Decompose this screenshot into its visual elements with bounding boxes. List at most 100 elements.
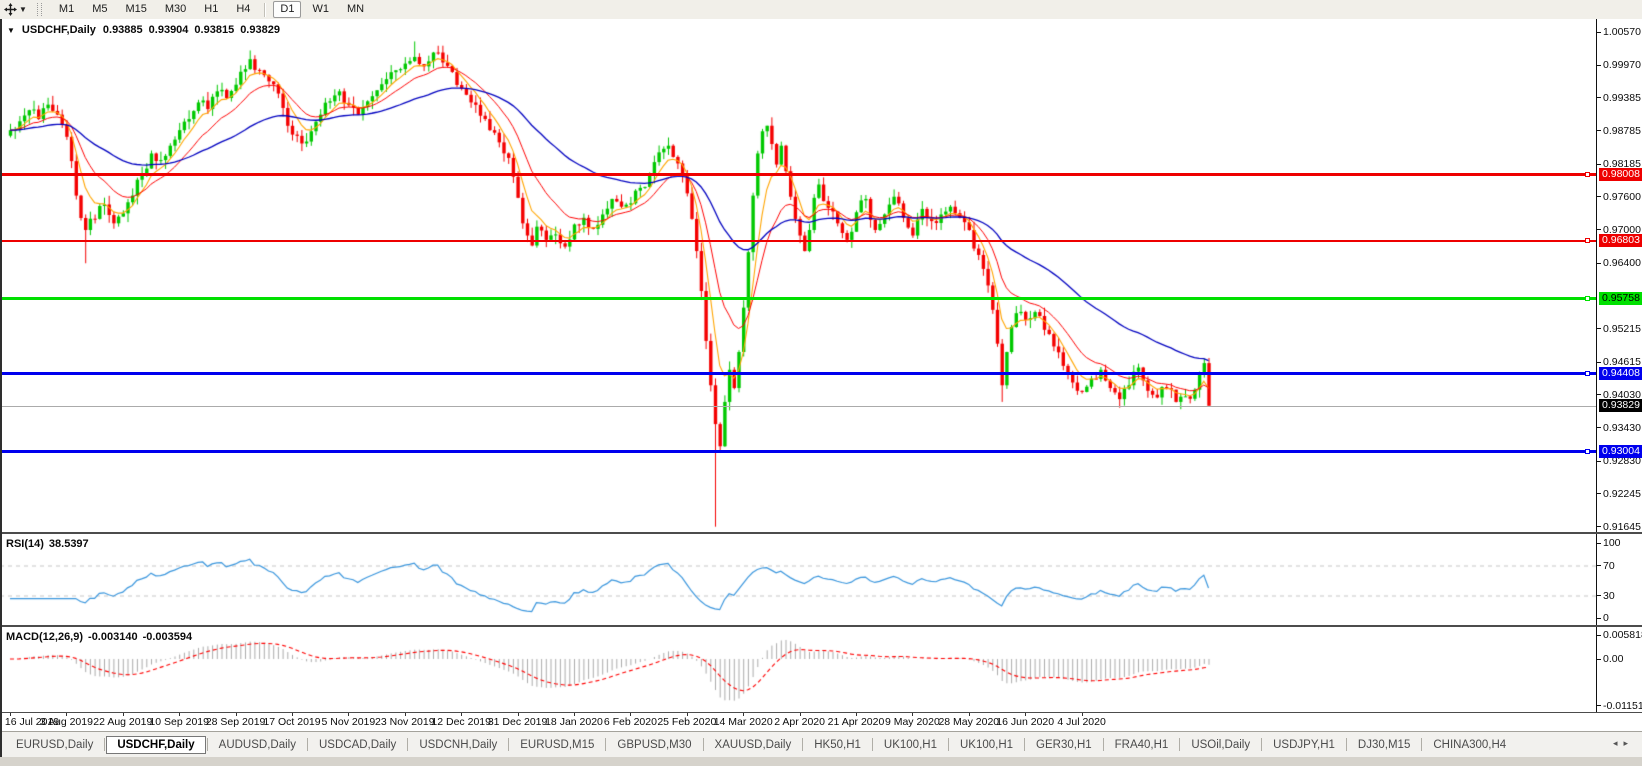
price-tick-label: 0.99385 [1603,92,1641,104]
axis-tick [1597,565,1601,566]
date-label: 25 Feb 2020 [657,716,716,728]
chart-title: ▼ USDCHF,Daily 0.93885 0.93904 0.93815 0… [7,24,280,36]
date-label: 18 Jan 2020 [545,716,603,728]
tab-dj30-m15[interactable]: DJ30,M15 [1348,736,1420,754]
tab-eurusd-daily[interactable]: EURUSD,Daily [6,736,103,754]
date-label: 12 Dec 2019 [431,716,491,728]
candlestick-chart-canvas[interactable] [0,19,1596,532]
price-tick-label: 0.96400 [1603,257,1641,269]
tab-separator [307,738,308,751]
tab-uk100-h1[interactable]: UK100,H1 [950,736,1023,754]
timeframe-button-w1[interactable]: W1 [305,1,336,18]
tab-separator [948,738,949,751]
rsi-canvas[interactable] [0,534,1596,625]
line-handle[interactable] [1585,449,1590,454]
macd-panel: MACD(12,26,9) -0.003140 -0.003594 0.0058… [0,625,1642,712]
tab-usoil-daily[interactable]: USOil,Daily [1181,736,1260,754]
tab-separator [207,738,208,751]
tab-usdchf-daily[interactable]: USDCHF,Daily [106,736,205,754]
low-value: 0.93815 [194,24,234,36]
line-handle[interactable] [1585,296,1590,301]
tab-usdjpy-h1[interactable]: USDJPY,H1 [1263,736,1345,754]
horizontal-line-0.98008[interactable] [0,173,1596,176]
axis-tick [1597,635,1601,636]
tab-separator [1179,738,1180,751]
tab-separator [508,738,509,751]
date-label: 21 Apr 2020 [828,716,885,728]
timeframe-button-d1[interactable]: D1 [273,1,301,18]
caret-down-icon[interactable]: ▼ [19,2,27,17]
open-value: 0.93885 [103,24,143,36]
tab-hk50-h1[interactable]: HK50,H1 [804,736,871,754]
crosshair-tool-icon[interactable] [2,2,18,17]
tab-xauusd-daily[interactable]: XAUUSD,Daily [705,736,802,754]
tab-audusd-daily[interactable]: AUDUSD,Daily [209,736,306,754]
axis-tick [1597,595,1601,596]
tab-separator [407,738,408,751]
axis-tick [1597,97,1601,98]
macd-main-value: -0.003140 [88,631,138,643]
high-value: 0.93904 [149,24,189,36]
tab-gbpusd-m30[interactable]: GBPUSD,M30 [607,736,701,754]
price-tick-label: 0.97600 [1603,191,1641,203]
macd-tick-label: 0.005818 [1603,629,1642,641]
main-chart-panel: ▼ USDCHF,Daily 0.93885 0.93904 0.93815 0… [0,19,1642,532]
timeframe-button-h1[interactable]: H1 [197,1,225,18]
tab-china300-h4[interactable]: CHINA300,H4 [1423,736,1516,754]
axis-tick [1597,526,1601,527]
tab-separator [1024,738,1025,751]
status-strip [0,757,1642,766]
line-handle[interactable] [1585,371,1590,376]
date-label: 22 Aug 2019 [93,716,152,728]
tab-scroll-arrows: ◂▸ [1613,738,1634,749]
tab-usdcad-daily[interactable]: USDCAD,Daily [309,736,406,754]
axis-tick [1597,543,1601,544]
axis-tick [1597,461,1601,462]
date-label: 6 Feb 2020 [604,716,657,728]
timeframe-button-h4[interactable]: H4 [229,1,257,18]
tab-uk100-h1[interactable]: UK100,H1 [874,736,947,754]
timeframe-button-m15[interactable]: M15 [118,1,153,18]
chart-tabs: EURUSD,DailyUSDCHF,DailyAUDUSD,DailyUSDC… [6,736,1516,754]
tab-scroll-left-icon[interactable]: ◂ [1613,738,1624,748]
date-label: 31 Dec 2019 [488,716,548,728]
price-axis[interactable]: 1.005700.999700.993850.987850.981850.976… [1596,19,1642,532]
timeframe-button-m5[interactable]: M5 [85,1,114,18]
timeframe-button-mn[interactable]: MN [340,1,371,18]
axis-tick [1597,427,1601,428]
current-price-line [0,406,1596,407]
horizontal-line-0.96803[interactable] [0,240,1596,242]
timeframe-buttons: M1M5M15 M30H1H4 D1W1MN [50,1,373,18]
timeframe-button-m30[interactable]: M30 [158,1,193,18]
tab-scroll-right-icon[interactable]: ▸ [1623,738,1634,748]
price-tick-label: 0.95215 [1603,323,1641,335]
price-tick-label: 0.92245 [1603,488,1641,500]
tab-separator [1261,738,1262,751]
ohlc-values: 0.93885 0.93904 0.93815 0.93829 [103,24,280,36]
tab-ger30-h1[interactable]: GER30,H1 [1026,736,1102,754]
line-price-label: 0.93004 [1599,445,1642,458]
line-handle[interactable] [1585,238,1590,243]
axis-tick [1597,659,1601,660]
tab-separator [872,738,873,751]
timeframe-button-m1[interactable]: M1 [52,1,81,18]
tab-usdcnh-daily[interactable]: USDCNH,Daily [409,736,507,754]
date-axis[interactable]: 16 Jul 20193 Aug 201922 Aug 201910 Sep 2… [0,712,1642,731]
horizontal-line-0.93004[interactable] [0,450,1596,453]
macd-canvas[interactable] [0,627,1596,712]
date-label: 17 Oct 2019 [263,716,320,728]
toolbar-grip-handle[interactable] [37,3,42,16]
macd-axis: 0.0058180.00-0.011514 [1596,627,1642,712]
tab-separator [802,738,803,751]
line-handle[interactable] [1585,172,1590,177]
timeframe-toolbar: ▼ M1M5M15 M30H1H4 D1W1MN [0,0,1642,20]
date-label: 9 May 2020 [885,716,940,728]
horizontal-line-0.95758[interactable] [0,297,1596,300]
macd-name: MACD(12,26,9) [6,631,83,643]
triangle-down-icon[interactable]: ▼ [7,26,15,35]
axis-tick [1597,32,1601,33]
tab-fra40-h1[interactable]: FRA40,H1 [1105,736,1179,754]
price-tick-label: 0.99970 [1603,59,1641,71]
horizontal-line-0.94408[interactable] [0,372,1596,375]
tab-eurusd-m15[interactable]: EURUSD,M15 [510,736,604,754]
